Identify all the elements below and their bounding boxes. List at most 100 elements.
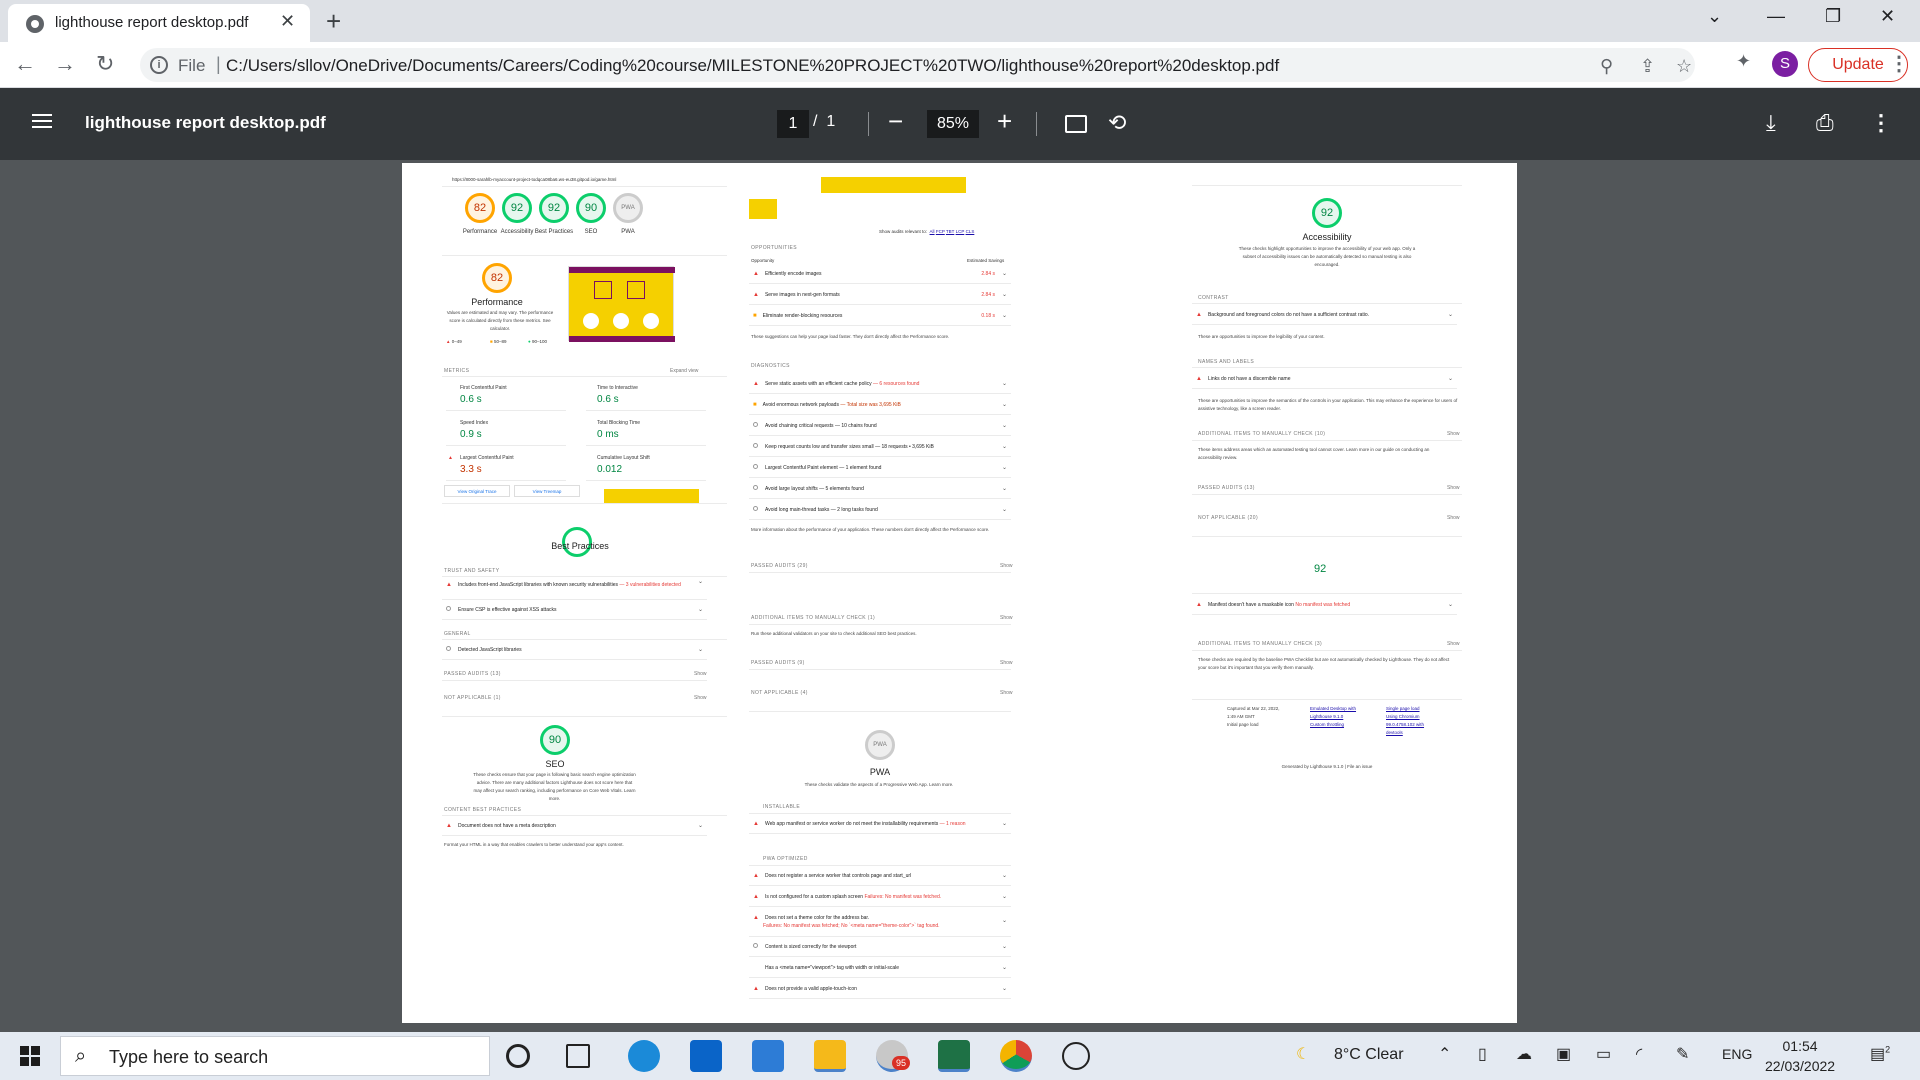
diagnostic-row[interactable]: Avoid large layout shifts — 5 elements f… — [749, 480, 1011, 499]
summary-gauge-performance[interactable]: 82 — [465, 193, 495, 223]
edge-icon[interactable] — [628, 1040, 660, 1072]
notifications-icon[interactable]: ▤2 — [1870, 1044, 1890, 1064]
view-original-trace-button[interactable]: View Original Trace — [444, 485, 510, 497]
menu-icon[interactable] — [32, 114, 52, 116]
pen-icon[interactable]: ✎ — [1676, 1044, 1689, 1064]
diagnostic-row[interactable]: ■ Avoid enormous network payloads — Total… — [749, 396, 1011, 415]
expand-view-toggle[interactable]: Expand view — [670, 368, 698, 374]
show-toggle[interactable]: Show — [694, 671, 707, 677]
opportunity-row[interactable]: ▲ Efficiently encode images 2.84 s ⌄ — [749, 265, 1011, 284]
share-icon[interactable]: ⇪ — [1640, 56, 1655, 77]
wifi-icon[interactable]: ◜ — [1636, 1044, 1642, 1064]
audit-row[interactable]: Ensure CSP is effective against XSS atta… — [442, 601, 707, 620]
rotate-icon[interactable]: ⟲ — [1108, 110, 1126, 136]
fit-to-page-icon[interactable] — [1065, 115, 1087, 133]
audit-row[interactable]: ▲ Document does not have a meta descripti… — [442, 817, 707, 836]
tray-phone-icon[interactable]: ▯ — [1478, 1044, 1487, 1064]
tray-cloud-icon[interactable]: ☁ — [1516, 1044, 1532, 1064]
pdf-title: lighthouse report desktop.pdf — [85, 113, 326, 132]
passed-audits-label: PASSED AUDITS (13) — [444, 671, 501, 677]
show-toggle[interactable]: Show — [1447, 641, 1460, 647]
system-clock[interactable]: 01:54 22/03/2022 — [1765, 1036, 1835, 1076]
battery-icon[interactable]: ▭ — [1596, 1044, 1611, 1064]
restore-button[interactable]: ❐ — [1825, 6, 1841, 27]
audit-row[interactable]: ▲ Includes front-end JavaScript libraries… — [442, 578, 707, 600]
close-window-button[interactable]: ✕ — [1880, 6, 1895, 27]
bookmark-star-icon[interactable]: ☆ — [1676, 56, 1692, 77]
chrome-icon[interactable] — [1000, 1040, 1032, 1072]
tray-chevron-icon[interactable]: ⌃ — [1438, 1044, 1451, 1064]
new-tab-button[interactable]: + — [326, 6, 341, 37]
url-text[interactable]: C:/Users/sllov/OneDrive/Documents/Career… — [226, 56, 1279, 76]
names-note: These are opportunities to improve the s… — [1198, 398, 1458, 411]
site-info-icon[interactable]: i — [150, 56, 168, 74]
minimize-button[interactable]: — — [1767, 6, 1785, 27]
diagnostic-row[interactable]: ▲ Serve static assets with an efficient c… — [749, 375, 1011, 394]
more-actions-icon[interactable]: ⋮ — [1870, 110, 1892, 136]
show-toggle[interactable]: Show — [1000, 615, 1013, 621]
zoom-out-button[interactable]: − — [888, 108, 903, 134]
summary-gauge-best-practices[interactable]: 92 — [539, 193, 569, 223]
tab-close-icon[interactable]: ✕ — [280, 11, 295, 32]
show-toggle[interactable]: Show — [1447, 485, 1460, 491]
show-toggle[interactable]: Show — [1000, 660, 1013, 666]
chrome-menu-icon[interactable]: ⋮ — [1889, 51, 1909, 76]
forward-button[interactable]: → — [54, 51, 76, 77]
taskbar-search[interactable]: ⌕ Type here to search — [60, 1036, 490, 1076]
show-toggle[interactable]: Show — [1447, 431, 1460, 437]
pwa-audit-row[interactable]: ▲ Manifest doesn't have a maskable icon N… — [1192, 596, 1457, 615]
store-icon[interactable] — [752, 1040, 784, 1072]
page-number-input[interactable]: 1 — [777, 110, 809, 138]
extensions-puzzle-icon[interactable]: ✦ — [1736, 51, 1751, 72]
zoom-level-input[interactable]: 85% — [927, 110, 979, 138]
slack-icon[interactable]: 95 — [876, 1040, 910, 1072]
zoom-icon[interactable]: ⚲ — [1600, 56, 1613, 77]
tray-display-icon[interactable]: ▣ — [1556, 1044, 1571, 1064]
download-icon[interactable]: ⤓ — [1766, 110, 1776, 136]
tab-search-chevron-icon[interactable]: ⌄ — [1707, 6, 1722, 27]
opportunity-row[interactable]: ▲ Serve images in next-gen formats 2.84 s ⌄ — [749, 286, 1011, 305]
profile-avatar[interactable]: S — [1772, 51, 1798, 77]
address-bar[interactable]: i File | C:/Users/sllov/OneDrive/Documen… — [140, 48, 1695, 82]
view-treemap-button[interactable]: View Treemap — [514, 485, 580, 497]
diagnostic-row[interactable]: Avoid chaining critical requests — 10 ch… — [749, 417, 1011, 436]
show-toggle[interactable]: Show — [1447, 515, 1460, 521]
weather-moon-icon[interactable]: ☾ — [1296, 1044, 1310, 1064]
back-button[interactable]: ← — [14, 51, 36, 77]
pwa-audit-row[interactable]: ▲ Does not register a service worker that… — [749, 867, 1011, 886]
a11y-audit-row[interactable]: ▲ Background and foreground colors do not… — [1192, 306, 1457, 325]
print-icon[interactable]: ⎙ — [1816, 110, 1834, 136]
show-toggle[interactable]: Show — [1000, 563, 1013, 569]
cortana-icon[interactable] — [506, 1044, 530, 1068]
language-indicator[interactable]: ENG — [1722, 1046, 1752, 1062]
audit-row[interactable]: Detected JavaScript libraries ⌄ — [442, 641, 707, 660]
weather-text[interactable]: 8°C Clear — [1334, 1046, 1404, 1064]
show-toggle[interactable]: Show — [1000, 690, 1013, 696]
pwa-audit-row[interactable]: Has a <meta name="viewport"> tag with wi… — [749, 959, 1011, 978]
feedback-smiley-icon[interactable] — [1062, 1042, 1090, 1070]
mail-icon[interactable] — [690, 1040, 722, 1072]
zoom-in-button[interactable]: + — [997, 106, 1012, 137]
pwa-audit-row[interactable]: Content is sized correctly for the viewp… — [749, 938, 1011, 957]
reload-button[interactable]: ↻ — [96, 51, 114, 77]
summary-gauge-seo[interactable]: 90 — [576, 193, 606, 223]
pwa-audit-row[interactable]: ▲ Is not configured for a custom splash s… — [749, 888, 1011, 907]
best-practices-title: Best Practices — [551, 541, 609, 551]
excel-icon[interactable] — [938, 1040, 970, 1072]
opportunity-row[interactable]: ■ Eliminate render-blocking resources 0.18… — [749, 307, 1011, 326]
show-toggle[interactable]: Show — [694, 695, 707, 701]
tab-active[interactable]: lighthouse report desktop.pdf ✕ — [8, 4, 310, 42]
diagnostic-row[interactable]: Keep request counts low and transfer siz… — [749, 438, 1011, 457]
summary-gauge-pwa[interactable]: PWA — [613, 193, 643, 223]
file-explorer-icon[interactable] — [814, 1040, 846, 1072]
pwa-audit-row[interactable]: ▲ Web app manifest or service worker do n… — [749, 815, 1011, 834]
content-best-practices-label: CONTENT BEST PRACTICES — [444, 807, 522, 813]
windows-start-icon[interactable] — [20, 1046, 40, 1066]
a11y-audit-row[interactable]: ▲ Links do not have a discernible name ⌄ — [1192, 370, 1457, 389]
pwa-audit-row[interactable]: ▲ Does not set a theme color for the addr… — [749, 909, 1011, 937]
pwa-audit-row[interactable]: ▲ Does not provide a valid apple-touch-ic… — [749, 980, 1011, 999]
task-view-icon[interactable] — [566, 1044, 590, 1068]
diagnostic-row[interactable]: Avoid long main-thread tasks — 2 long ta… — [749, 501, 1011, 520]
summary-gauge-accessibility[interactable]: 92 — [502, 193, 532, 223]
diagnostic-row[interactable]: Largest Contentful Paint element — 1 ele… — [749, 459, 1011, 478]
